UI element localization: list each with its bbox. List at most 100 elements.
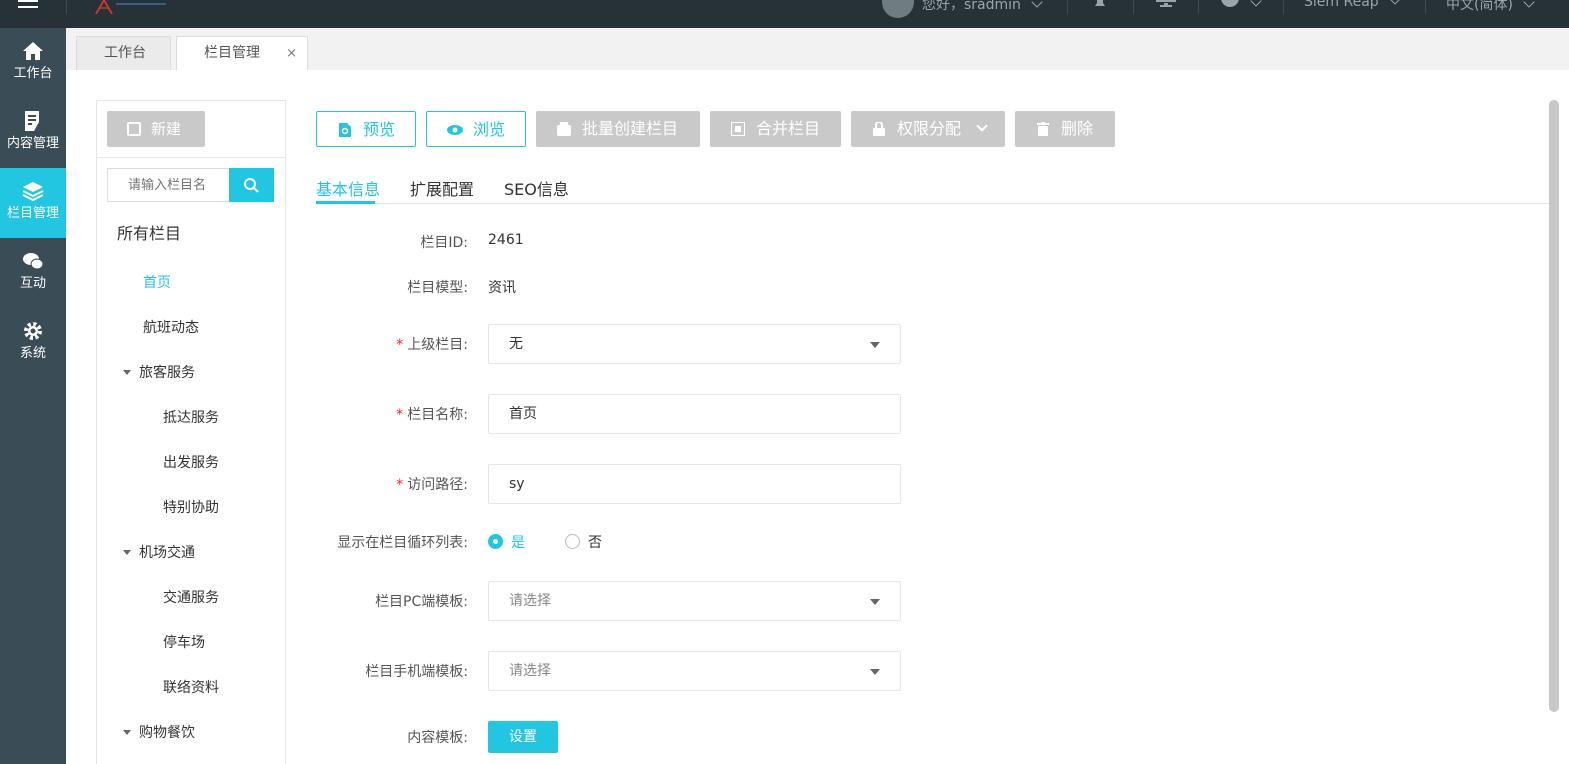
- caret-down-icon[interactable]: [123, 730, 131, 735]
- monitor-icon[interactable]: [1156, 0, 1176, 12]
- permissions-label: 权限分配: [897, 119, 962, 138]
- tree-node-label: 出发服务: [163, 455, 219, 471]
- gear-icon: [24, 322, 42, 340]
- site-name: Siem Reap: [1304, 0, 1379, 10]
- permissions-button[interactable]: 权限分配: [851, 111, 1005, 147]
- trash-icon: [1037, 122, 1049, 136]
- batch-create-button[interactable]: 批量创建栏目: [536, 111, 700, 147]
- nav-item-content[interactable]: 内容管理: [0, 98, 66, 168]
- chevron-down-icon: [1388, 0, 1401, 5]
- new-button[interactable]: 新建: [107, 111, 205, 147]
- divider: [1198, 0, 1199, 14]
- merge-button[interactable]: 合并栏目: [710, 111, 841, 147]
- access-path-label: * 访问路径:: [396, 474, 468, 494]
- preview-button[interactable]: 预览: [316, 111, 416, 147]
- chevron-down-icon: [1523, 0, 1535, 8]
- delete-button[interactable]: 删除: [1015, 111, 1115, 147]
- tab-column-management[interactable]: 栏目管理 ×: [176, 36, 308, 70]
- theme-palette-menu[interactable]: [1220, 0, 1262, 12]
- field-value: 首页: [509, 406, 537, 422]
- tab-extended-config[interactable]: 扩展配置: [410, 176, 474, 200]
- tree-node[interactable]: 特别协助: [163, 497, 219, 517]
- language-selector[interactable]: 中文(简体): [1446, 0, 1535, 14]
- language-name: 中文(简体): [1446, 0, 1513, 13]
- search-button[interactable]: [229, 168, 274, 202]
- radio-no-label[interactable]: 否: [588, 532, 602, 552]
- search-icon: [244, 178, 259, 193]
- column-model-value: 资讯: [488, 280, 516, 296]
- access-path-field[interactable]: sy: [488, 464, 901, 504]
- tab-workbench[interactable]: 工作台: [76, 36, 171, 70]
- required-mark: *: [396, 337, 404, 353]
- parent-column-select[interactable]: 无: [488, 324, 901, 364]
- bell-icon[interactable]: [1092, 0, 1108, 12]
- radio-show-no[interactable]: [565, 534, 580, 549]
- hamburger-menu-icon[interactable]: [18, 0, 38, 14]
- tree-node[interactable]: 机场交通: [123, 542, 195, 562]
- radio-yes-label[interactable]: 是: [511, 532, 525, 552]
- column-search-input[interactable]: [107, 168, 230, 202]
- label-text: 上级栏目:: [407, 337, 468, 353]
- caret-down-icon[interactable]: [123, 550, 131, 555]
- tree-node[interactable]: 联络资料: [163, 677, 219, 697]
- column-id-value: 2461: [488, 232, 524, 248]
- mobile-template-select[interactable]: 请选择: [488, 651, 901, 691]
- divider: [316, 203, 1549, 204]
- divider: [66, 0, 67, 14]
- divider: [1133, 0, 1134, 14]
- tree-node[interactable]: 首页: [143, 272, 171, 292]
- content-template-set-button[interactable]: 设置: [488, 721, 558, 753]
- tree-node[interactable]: 抵达服务: [163, 407, 219, 427]
- column-id-label: 栏目ID:: [420, 235, 468, 251]
- chevron-down-icon: [976, 120, 988, 132]
- active-tab-indicator: [316, 201, 375, 204]
- tree-node-label: 航班动态: [143, 320, 199, 336]
- nav-item-columns[interactable]: 栏目管理: [0, 168, 66, 238]
- radio-show-yes[interactable]: [488, 534, 503, 549]
- browse-label: 浏览: [473, 120, 506, 139]
- user-menu[interactable]: 您好，sradmin: [922, 0, 1043, 14]
- pc-template-label: 栏目PC端模板:: [375, 594, 468, 610]
- browse-button[interactable]: 浏览: [426, 111, 526, 147]
- tree-node[interactable]: 交通服务: [163, 587, 219, 607]
- label-text: 访问路径:: [407, 477, 468, 493]
- pc-template-select[interactable]: 请选择: [488, 581, 901, 621]
- site-selector[interactable]: Siem Reap: [1304, 0, 1401, 10]
- tree-node[interactable]: 出发服务: [163, 452, 219, 472]
- tree-node[interactable]: 航班动态: [143, 317, 199, 337]
- add-icon: [127, 122, 141, 136]
- file-search-icon: [339, 123, 351, 137]
- chat-icon: [23, 253, 44, 270]
- lock-icon: [873, 122, 885, 136]
- column-model-label: 栏目模型:: [407, 280, 468, 296]
- caret-down-icon[interactable]: [123, 370, 131, 375]
- tree-node[interactable]: 购物餐饮: [123, 722, 195, 742]
- tab-basic-info[interactable]: 基本信息: [316, 176, 380, 200]
- nav-label: 内容管理: [6, 136, 59, 151]
- column-name-field[interactable]: 首页: [488, 394, 901, 434]
- tab-seo-info[interactable]: SEO信息: [504, 176, 569, 200]
- close-icon[interactable]: ×: [286, 37, 297, 70]
- merge-icon: [731, 122, 745, 136]
- nav-item-system[interactable]: 系统: [0, 308, 66, 378]
- field-value: sy: [509, 476, 525, 492]
- side-nav: 工作台 内容管理 栏目管理 互动 系统: [0, 28, 66, 764]
- batch-add-icon: [557, 122, 571, 136]
- greeting-text: 您好，sradmin: [922, 0, 1021, 13]
- avatar[interactable]: [882, 0, 914, 18]
- tab-label: 基本信息: [316, 180, 381, 199]
- mobile-template-label: 栏目手机端模板:: [365, 664, 468, 680]
- caret-down-icon: [870, 669, 880, 675]
- scrollbar-thumb[interactable]: [1549, 100, 1559, 712]
- tree-title: 所有栏目: [117, 224, 182, 243]
- tree-node-label: 机场交通: [139, 545, 195, 561]
- tree-node-label: 交通服务: [163, 590, 219, 606]
- tree-node-label: 联络资料: [163, 680, 219, 696]
- tree-node[interactable]: 旅客服务: [123, 362, 195, 382]
- show-in-list-label: 显示在栏目循环列表:: [337, 535, 468, 551]
- required-mark: *: [396, 477, 404, 493]
- nav-item-interaction[interactable]: 互动: [0, 238, 66, 308]
- tree-node[interactable]: 停车场: [163, 632, 205, 652]
- nav-item-workbench[interactable]: 工作台: [0, 28, 66, 98]
- logo: [86, 0, 168, 14]
